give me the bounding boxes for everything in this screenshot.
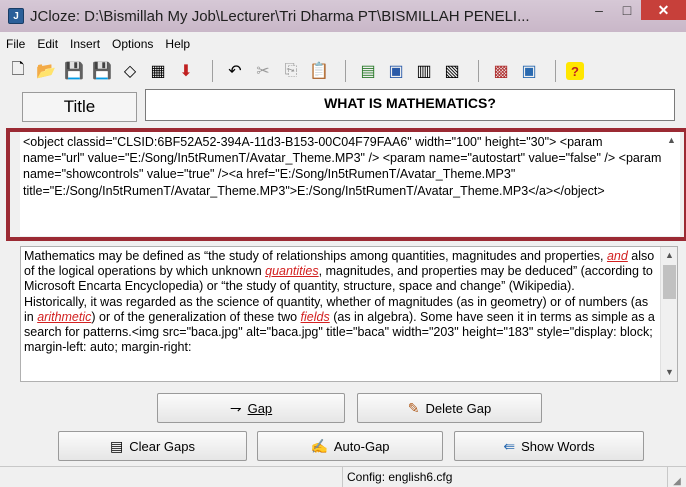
scroll-thumb[interactable] bbox=[663, 265, 676, 299]
menu-bar: File Edit Insert Options Help bbox=[0, 34, 202, 54]
web-page-icon[interactable]: ▦ bbox=[146, 59, 170, 83]
clear-gaps-button[interactable]: ▤ Clear Gaps bbox=[58, 431, 247, 461]
status-config: Config: english6.cfg bbox=[343, 467, 668, 487]
title-field[interactable]: WHAT IS MATHEMATICS? bbox=[145, 89, 675, 121]
new-file-icon[interactable]: 🗋 bbox=[6, 59, 30, 83]
auto-gap-button-label: Auto-Gap bbox=[333, 438, 390, 454]
image-icon[interactable]: ▣ bbox=[384, 59, 408, 83]
toolbar-separator bbox=[345, 60, 346, 82]
undo-icon[interactable]: ↶ bbox=[223, 59, 247, 83]
gap-word[interactable]: quantities bbox=[265, 264, 319, 278]
scroll-down-icon[interactable]: ▼ bbox=[661, 364, 677, 381]
scroll-up-icon[interactable]: ▲ bbox=[661, 247, 677, 264]
minimize-button[interactable]: – bbox=[585, 0, 613, 20]
scroll-up-icon[interactable]: ▲ bbox=[663, 132, 680, 149]
gap-icon: ⇁ bbox=[229, 399, 242, 416]
toolbar: 🗋 📂 💾 💾 ◇ ▦ ⬇ ↶ ✂ ⎘ 📋 ▤ ▣ ▥ ▧ ▩ ▣ ? bbox=[6, 56, 680, 86]
cut-icon[interactable]: ✂ bbox=[251, 59, 275, 83]
show-words-button[interactable]: ⇚ Show Words bbox=[454, 431, 644, 461]
menu-insert[interactable]: Insert bbox=[70, 37, 100, 51]
save-icon[interactable]: 💾 bbox=[62, 59, 86, 83]
title-bar[interactable]: J JCloze: D:\Bismillah My Job\Lecturer\T… bbox=[0, 0, 686, 32]
menu-options[interactable]: Options bbox=[112, 37, 153, 51]
show-words-button-label: Show Words bbox=[521, 438, 595, 454]
window-title: JCloze: D:\Bismillah My Job\Lecturer\Tri… bbox=[30, 7, 530, 25]
toolbar-separator bbox=[478, 60, 479, 82]
menu-file[interactable]: File bbox=[6, 37, 25, 51]
gap-tool-icon[interactable]: ▤ bbox=[356, 59, 380, 83]
text-segment: ) or of the generalization of these two bbox=[91, 309, 301, 324]
gap-word[interactable]: and bbox=[607, 249, 628, 263]
gap-word[interactable]: fields bbox=[301, 310, 330, 324]
toolbar-separator bbox=[555, 60, 556, 82]
close-button[interactable]: ✕ bbox=[641, 0, 686, 20]
delete-gap-button[interactable]: ✎ Delete Gap bbox=[357, 393, 542, 423]
toolbar-separator bbox=[212, 60, 213, 82]
resize-grip-icon[interactable]: ◢ bbox=[668, 467, 686, 487]
gap-button[interactable]: ⇁ Gap bbox=[157, 393, 345, 423]
gap-button-label: Gap bbox=[247, 400, 273, 416]
copy-icon[interactable]: ⎘ bbox=[279, 59, 303, 83]
open-folder-icon[interactable]: 📂 bbox=[34, 59, 58, 83]
paste-icon[interactable]: 📋 bbox=[307, 59, 331, 83]
text-segment: Mathematics may be defined as “the study… bbox=[24, 249, 607, 263]
title-label: Title bbox=[22, 92, 137, 122]
jcloze-app-icon: J bbox=[8, 8, 24, 24]
window-controls: – □ ✕ bbox=[585, 0, 686, 22]
delete-gap-icon: ✎ bbox=[407, 399, 420, 416]
text-scrollbar[interactable]: ▲ ▼ bbox=[660, 247, 677, 381]
auto-gap-icon: ✍ bbox=[310, 437, 328, 454]
help-icon[interactable]: ? bbox=[566, 62, 584, 80]
export-icon[interactable]: ▩ bbox=[489, 59, 513, 83]
show-words-icon: ⇚ bbox=[503, 437, 516, 454]
menu-help[interactable]: Help bbox=[165, 37, 190, 51]
grid-tool-icon[interactable]: ▥ bbox=[412, 59, 436, 83]
clear-gaps-button-label: Clear Gaps bbox=[129, 438, 195, 454]
jcloze-window: J JCloze: D:\Bismillah My Job\Lecturer\T… bbox=[0, 0, 686, 487]
auto-gap-button[interactable]: ✍ Auto-Gap bbox=[257, 431, 443, 461]
exercise-text-area[interactable]: Mathematics may be defined as “the study… bbox=[20, 246, 678, 382]
config-tool-icon[interactable]: ▧ bbox=[440, 59, 464, 83]
arrow-down-icon[interactable]: ⬇ bbox=[174, 59, 198, 83]
menu-edit[interactable]: Edit bbox=[37, 37, 58, 51]
html-code-text: <object classid="CLSID:6BF52A52-394A-11d… bbox=[23, 135, 662, 198]
clear-gaps-icon: ▤ bbox=[110, 437, 124, 454]
delete-gap-button-label: Delete Gap bbox=[425, 400, 492, 416]
gap-word[interactable]: arithmetic bbox=[37, 310, 91, 324]
status-bar: Config: english6.cfg ◢ bbox=[0, 466, 686, 487]
status-cell-empty bbox=[0, 467, 343, 487]
preview-icon[interactable]: ▣ bbox=[517, 59, 541, 83]
eraser-icon[interactable]: ◇ bbox=[118, 59, 142, 83]
maximize-button[interactable]: □ bbox=[613, 0, 641, 20]
html-code-field[interactable]: <object classid="CLSID:6BF52A52-394A-11d… bbox=[20, 132, 680, 236]
save-as-icon[interactable]: 💾 bbox=[90, 59, 114, 83]
html-scrollbar[interactable]: ▲ bbox=[663, 132, 680, 236]
